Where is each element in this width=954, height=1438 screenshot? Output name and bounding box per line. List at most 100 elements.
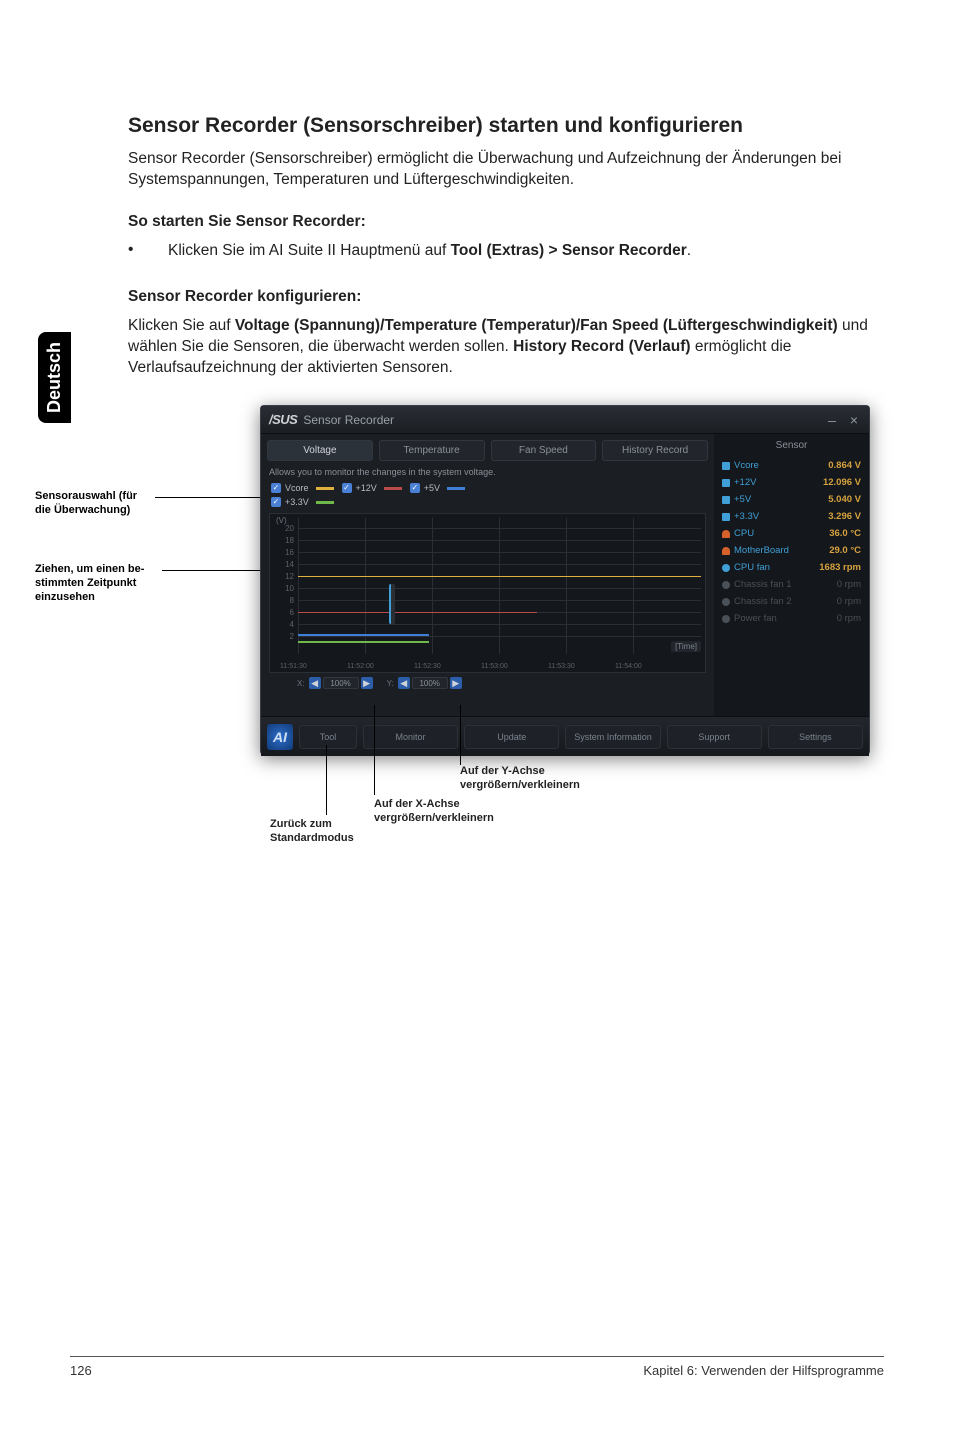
checkbox-vcore[interactable]: ✓Vcore (271, 483, 334, 493)
checkbox-5v[interactable]: ✓+5V (410, 483, 465, 493)
fan-icon (722, 581, 730, 589)
support-button[interactable]: Support (667, 725, 762, 749)
y-tick: 8 (272, 596, 294, 605)
tab-row: Voltage Temperature Fan Speed History Re… (267, 440, 708, 461)
sensor-row: CPU36.0 °C (722, 525, 861, 542)
fan-icon (722, 598, 730, 606)
tool-button[interactable]: Tool (299, 725, 357, 749)
line-vcore (298, 641, 429, 643)
fan-icon (722, 615, 730, 623)
tab-fanspeed[interactable]: Fan Speed (491, 440, 597, 461)
y-tick: 14 (272, 560, 294, 569)
chapter-title: Kapitel 6: Verwenden der Hilfsprogramme (643, 1363, 884, 1378)
bullet-text: Klicken Sie im AI Suite II Hauptmenü auf… (168, 241, 888, 262)
sensor-row: +5V 5.040 V (722, 491, 861, 508)
thermometer-icon (722, 547, 730, 555)
sysinfo-button[interactable]: System Information (565, 725, 660, 749)
tab-temperature[interactable]: Temperature (379, 440, 485, 461)
time-badge: [Time] (671, 641, 701, 652)
callout-sensor-select: Sensorauswahl (für die Überwachung) (35, 490, 155, 518)
sensor-value: 0.864 V (828, 460, 861, 471)
line-33v (298, 634, 429, 636)
sensor-name: Chassis fan 1 (734, 579, 792, 590)
sensor-name: +5V (734, 494, 751, 505)
titlebar: /SUS Sensor Recorder – × (261, 406, 869, 434)
x-zoom-in[interactable]: ▶ (361, 677, 373, 689)
sensor-value: 29.0 °C (829, 545, 861, 556)
color-swatch (316, 487, 334, 490)
menu-path: Tool (Extras) > Sensor Recorder (451, 242, 687, 259)
sensor-row: Chassis fan 20 rpm (722, 593, 861, 610)
x-tick: 11:51:30 (280, 663, 307, 670)
checkbox-12v[interactable]: ✓+12V (342, 483, 402, 493)
zoom-controls: X: ◀ 100% ▶ Y: ◀ 100% ▶ (267, 673, 708, 693)
x-zoom-out[interactable]: ◀ (309, 677, 321, 689)
sensor-name: Vcore (734, 460, 759, 471)
history-bold: History Record (Verlauf) (513, 338, 690, 355)
app-title: Sensor Recorder (303, 413, 825, 427)
sensor-name: +3.3V (734, 511, 759, 522)
tab-history[interactable]: History Record (602, 440, 708, 461)
subheading-start: So starten Sie Sensor Recorder: (128, 213, 888, 231)
y-tick: 20 (272, 524, 294, 533)
y-label: Y: (387, 679, 394, 688)
bolt-icon (722, 479, 730, 487)
intro-paragraph: Sensor Recorder (Sensorschreiber) ermögl… (128, 149, 888, 191)
sensor-row: Power fan0 rpm (722, 610, 861, 627)
callout-back: Zurück zum Standardmodus (270, 818, 410, 846)
sensor-name: MotherBoard (734, 545, 789, 556)
x-tick: 11:52:30 (414, 663, 441, 670)
gridline (566, 518, 567, 654)
y-tick: 4 (272, 620, 294, 629)
settings-button[interactable]: Settings (768, 725, 863, 749)
sensor-name: Chassis fan 2 (734, 596, 792, 607)
sensor-value: 1683 rpm (819, 562, 861, 573)
close-button[interactable]: × (847, 413, 861, 427)
y-tick: 12 (272, 572, 294, 581)
y-zoom-value: 100% (412, 677, 448, 689)
y-tick: 10 (272, 584, 294, 593)
gridline (499, 518, 500, 654)
figure: Sensorauswahl (für die Überwachung) Zieh… (130, 405, 890, 905)
subheading-config: Sensor Recorder konfigurieren: (128, 288, 888, 306)
callout-line (374, 705, 375, 795)
monitor-button[interactable]: Monitor (363, 725, 458, 749)
label: Vcore (285, 483, 309, 493)
sensor-row: Chassis fan 1 0 rpm (722, 576, 861, 593)
sensor-value: 5.040 V (828, 494, 861, 505)
text: Klicken Sie im AI Suite II Hauptmenü auf (168, 242, 451, 259)
chart-area[interactable]: (V) 20 18 16 14 12 10 8 6 (269, 513, 706, 673)
callout-line (460, 705, 461, 765)
update-button[interactable]: Update (464, 725, 559, 749)
y-zoom-out[interactable]: ◀ (398, 677, 410, 689)
sensor-name: CPU fan (734, 562, 770, 573)
callout-line (326, 745, 327, 815)
bolt-icon (722, 496, 730, 504)
bolt-icon (722, 462, 730, 470)
color-swatch (316, 501, 334, 504)
sensor-row: CPU fan 1683 rpm (722, 559, 861, 576)
minimize-button[interactable]: – (825, 413, 839, 427)
sensor-row: MotherBoard 29.0 °C (722, 542, 861, 559)
options-bold: Voltage (Spannung)/Temperature (Temperat… (235, 317, 838, 334)
y-zoom: ◀ 100% ▶ (398, 677, 462, 689)
app-window: /SUS Sensor Recorder – × Voltage Tempera… (260, 405, 870, 755)
label: +12V (356, 483, 377, 493)
left-handle[interactable] (389, 584, 395, 624)
checkbox-33v[interactable]: ✓+3.3V (271, 497, 334, 507)
page-content: Sensor Recorder (Sensorschreiber) starte… (128, 112, 888, 393)
y-zoom-in[interactable]: ▶ (450, 677, 462, 689)
x-tick: 11:53:00 (481, 663, 508, 670)
tab-voltage[interactable]: Voltage (267, 440, 373, 461)
page-number: 126 (70, 1363, 92, 1378)
line-5v (298, 612, 537, 613)
callout-drag: Ziehen, um einen be- stimmten Zeitpunkt … (35, 563, 163, 604)
x-tick: 11:53:30 (548, 663, 575, 670)
tab-description: Allows you to monitor the changes in the… (269, 467, 706, 477)
asus-logo: /SUS (269, 412, 297, 427)
x-tick: 11:54:00 (615, 663, 642, 670)
sensor-row: +12V12.096 V (722, 474, 861, 491)
ai-suite-logo-icon[interactable]: AI (267, 724, 293, 750)
line-12v (298, 576, 701, 577)
sensor-value: 0 rpm (837, 579, 861, 590)
